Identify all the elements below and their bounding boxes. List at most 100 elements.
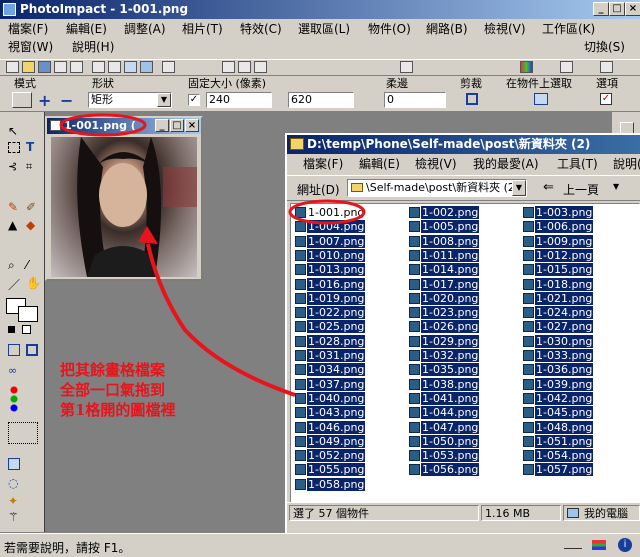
- menu-web[interactable]: 網路(B): [426, 20, 468, 38]
- open-icon[interactable]: [22, 61, 35, 73]
- pick-tool-icon[interactable]: ↖: [8, 124, 18, 138]
- file-item[interactable]: 1-009.png: [523, 234, 594, 248]
- hand-tool-icon[interactable]: ✋: [26, 276, 41, 290]
- menu-file[interactable]: 檔案(F): [8, 20, 48, 38]
- file-item[interactable]: 1-010.png: [295, 248, 366, 262]
- file-item[interactable]: 1-007.png: [295, 234, 366, 248]
- file-item[interactable]: 1-025.png: [295, 320, 366, 334]
- file-item[interactable]: 1-045.png: [523, 406, 594, 420]
- file-list[interactable]: 1-001.png 1-002.png 1-003.png 1-004.png 1-00…: [290, 203, 640, 503]
- file-item[interactable]: 1-024.png: [523, 306, 594, 320]
- menu-object[interactable]: 物件(O): [368, 20, 411, 38]
- file-item[interactable]: 1-054.png: [523, 449, 594, 463]
- menu-workspace[interactable]: 工作區(K): [542, 20, 595, 38]
- feather-input[interactable]: 0: [384, 92, 446, 108]
- file-item[interactable]: 1-016.png: [295, 277, 366, 291]
- file-item[interactable]: 1-006.png: [523, 220, 594, 234]
- paste-icon[interactable]: [254, 61, 267, 73]
- crop-icon[interactable]: [466, 93, 478, 105]
- select-on-object-icon[interactable]: [534, 93, 548, 105]
- file-item[interactable]: 1-044.png: [409, 406, 480, 420]
- back-button[interactable]: 上一頁: [563, 181, 599, 198]
- file-item[interactable]: 1-035.png: [409, 363, 480, 377]
- mode-add-icon[interactable]: +: [38, 91, 51, 110]
- address-input[interactable]: \Self-made\post\新資料夾 (2) ▼: [347, 179, 527, 197]
- print-icon[interactable]: [92, 61, 105, 73]
- width-input[interactable]: 240: [206, 92, 272, 108]
- status-info-icon[interactable]: i: [618, 538, 632, 552]
- file-item[interactable]: 1-047.png: [409, 420, 480, 434]
- crop-tool-icon[interactable]: ⌗: [26, 160, 32, 174]
- file-item[interactable]: 1-008.png: [409, 234, 480, 248]
- file-item[interactable]: 1-030.png: [523, 334, 594, 348]
- image-window-title-bar[interactable]: 1-001.png ( _ □ ×: [47, 118, 201, 134]
- file-item[interactable]: 1-055.png: [295, 463, 366, 477]
- marquee-tool-icon[interactable]: [8, 142, 20, 153]
- file-item[interactable]: 1-053.png: [409, 449, 480, 463]
- path-tool-icon[interactable]: ◌: [8, 476, 18, 490]
- explorer-menu-help[interactable]: 說明(H): [613, 155, 640, 173]
- explorer-window[interactable]: D:\temp\Phone\Self-made\post\新資料夾 (2) 檔案…: [285, 133, 640, 533]
- file-item[interactable]: 1-026.png: [409, 320, 480, 334]
- address-dropdown-icon[interactable]: ▼: [512, 180, 526, 196]
- file-item[interactable]: 1-032.png: [409, 349, 480, 362]
- explorer-menu-edit[interactable]: 編輯(E): [359, 155, 400, 173]
- file-item[interactable]: 1-013.png: [295, 263, 366, 277]
- settings-icon[interactable]: [600, 61, 613, 73]
- app-title-bar[interactable]: PhotoImpact - 1-001.png _ □ ×: [0, 0, 640, 19]
- stamp-tool-icon[interactable]: [8, 458, 20, 470]
- menu-switch[interactable]: 切換(S): [584, 38, 625, 56]
- file-item[interactable]: 1-015.png: [523, 263, 594, 277]
- file-item[interactable]: 1-011.png: [409, 248, 480, 262]
- eyedropper-tool-icon[interactable]: ⁄: [26, 258, 28, 272]
- options-icon[interactable]: ✓: [600, 93, 612, 105]
- paint-tool-icon[interactable]: ✎: [8, 200, 18, 214]
- height-input[interactable]: 620: [288, 92, 354, 108]
- palette-icon[interactable]: [520, 61, 533, 73]
- file-item[interactable]: 1-038.png: [409, 377, 480, 391]
- email-icon[interactable]: [124, 61, 137, 73]
- file-item[interactable]: 1-057.png: [523, 463, 594, 477]
- color-channels-icon[interactable]: [8, 384, 38, 414]
- file-item[interactable]: 1-036.png: [523, 363, 594, 377]
- file-item[interactable]: 1-017.png: [409, 277, 480, 291]
- menu-view[interactable]: 檢視(V): [484, 20, 526, 38]
- grid-tool-icon[interactable]: [8, 344, 20, 356]
- file-item[interactable]: 1-048.png: [523, 420, 594, 434]
- menu-photo[interactable]: 相片(T): [182, 20, 223, 38]
- back-dropdown-icon[interactable]: ▼: [613, 182, 619, 191]
- clone-tool-icon[interactable]: ✐: [26, 200, 36, 214]
- file-item[interactable]: 1-046.png: [295, 420, 366, 434]
- file-item[interactable]: 1-034.png: [295, 363, 366, 377]
- image-minimize-button[interactable]: _: [155, 119, 169, 132]
- file-item[interactable]: 1-039.png: [523, 377, 594, 391]
- mode-new-selection-icon[interactable]: [12, 92, 32, 108]
- explorer-menu-view[interactable]: 檢視(V): [415, 155, 457, 173]
- browse-icon[interactable]: [54, 61, 67, 73]
- close-button[interactable]: ×: [625, 2, 640, 16]
- file-item[interactable]: 1-003.png: [523, 206, 594, 219]
- file-item[interactable]: 1-033.png: [523, 349, 594, 362]
- menu-window[interactable]: 視窗(W): [8, 38, 53, 56]
- menu-edit[interactable]: 編輯(E): [66, 20, 107, 38]
- mask-tool-icon[interactable]: [8, 422, 38, 444]
- save-icon[interactable]: [38, 61, 51, 73]
- file-item[interactable]: 1-021.png: [523, 291, 594, 305]
- image-window[interactable]: 1-001.png ( _ □ ×: [45, 116, 203, 281]
- explorer-menu-favorites[interactable]: 我的最愛(A): [473, 155, 539, 173]
- photo-canvas[interactable]: [51, 137, 197, 277]
- menu-selection[interactable]: 選取區(L): [298, 20, 350, 38]
- scan-icon[interactable]: [70, 61, 83, 73]
- web-icon[interactable]: [140, 61, 153, 73]
- cut-icon[interactable]: [222, 61, 235, 73]
- explorer-menu-file[interactable]: 檔案(F): [303, 155, 343, 173]
- explorer-menu-tools[interactable]: 工具(T): [557, 155, 598, 173]
- menu-effect[interactable]: 特效(C): [240, 20, 282, 38]
- frame-tool-icon[interactable]: [26, 344, 38, 356]
- file-item[interactable]: 1-014.png: [409, 263, 480, 277]
- file-item[interactable]: 1-040.png: [295, 391, 366, 405]
- white-swatch[interactable]: [22, 325, 31, 334]
- layers-icon[interactable]: [560, 61, 573, 73]
- file-item[interactable]: 1-051.png: [523, 434, 594, 448]
- text-tool-icon[interactable]: T: [26, 140, 34, 154]
